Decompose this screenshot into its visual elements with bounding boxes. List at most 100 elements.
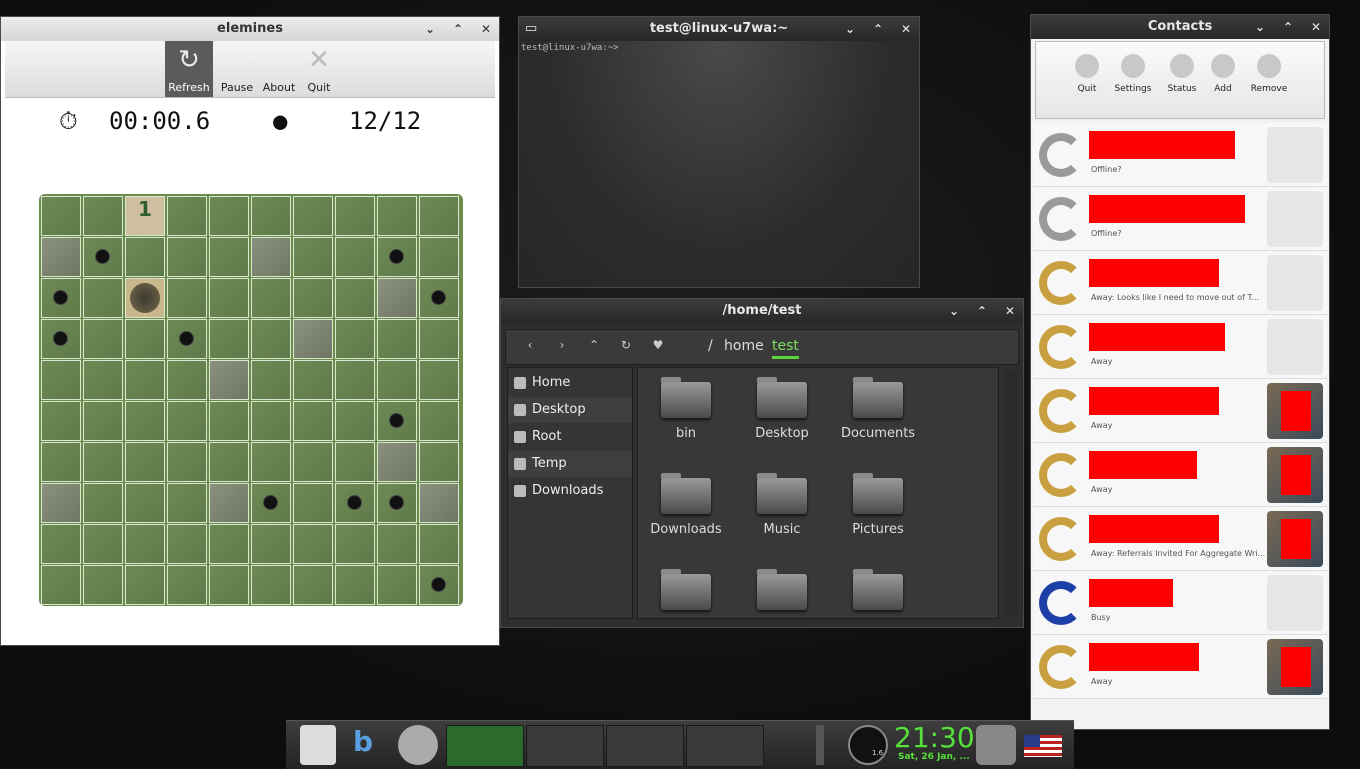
folder-item[interactable]: bin: [646, 372, 726, 441]
mine-cell[interactable]: [125, 278, 165, 318]
mine-cell[interactable]: [377, 442, 417, 482]
mine-cell[interactable]: [251, 360, 291, 400]
mine-cell[interactable]: [377, 524, 417, 564]
mine-cell[interactable]: [209, 565, 249, 605]
mine-cell[interactable]: [377, 278, 417, 318]
shade-icon[interactable]: ⌄: [1253, 15, 1267, 39]
mine-cell[interactable]: [125, 524, 165, 564]
pager-desktop-4[interactable]: [686, 725, 764, 767]
mine-cell[interactable]: [167, 442, 207, 482]
mine-cell[interactable]: [251, 196, 291, 236]
mine-cell[interactable]: [41, 401, 81, 441]
mine-cell[interactable]: [419, 237, 459, 277]
mine-cell[interactable]: [251, 237, 291, 277]
mine-cell[interactable]: [419, 360, 459, 400]
breadcrumb-home[interactable]: home: [724, 338, 764, 354]
refresh-button[interactable]: ↻ Refresh: [165, 41, 213, 97]
mine-cell[interactable]: [209, 278, 249, 318]
mine-cell[interactable]: [251, 401, 291, 441]
mine-cell[interactable]: [335, 196, 375, 236]
mine-cell[interactable]: [41, 196, 81, 236]
sidebar-item-downloads[interactable]: Downloads: [508, 478, 632, 504]
contact-row[interactable]: Offline?: [1033, 187, 1327, 251]
mine-cell[interactable]: [125, 565, 165, 605]
mine-cell[interactable]: [209, 483, 249, 523]
mine-cell[interactable]: [293, 565, 333, 605]
sidebar-item-temp[interactable]: Temp: [508, 451, 632, 477]
mine-cell[interactable]: [419, 278, 459, 318]
mine-cell[interactable]: [293, 524, 333, 564]
maximize-icon[interactable]: ⌃: [871, 17, 885, 41]
bookmark-icon[interactable]: ♥: [650, 338, 666, 354]
mine-cell[interactable]: [335, 360, 375, 400]
mine-cell[interactable]: [125, 442, 165, 482]
sidebar-item-home[interactable]: Home: [508, 370, 632, 396]
mine-cell[interactable]: [335, 565, 375, 605]
mine-cell[interactable]: [41, 442, 81, 482]
mine-cell[interactable]: [293, 237, 333, 277]
keyboard-layout-flag-icon[interactable]: [1024, 735, 1062, 757]
mine-cell[interactable]: [293, 442, 333, 482]
file-manager-titlebar[interactable]: /home/test ⌄ ⌃ ✕: [501, 299, 1023, 323]
mine-cell[interactable]: [83, 319, 123, 359]
mine-cell[interactable]: [251, 278, 291, 318]
mine-cell[interactable]: [377, 401, 417, 441]
mine-cell[interactable]: [293, 196, 333, 236]
folder-item[interactable]: [838, 564, 918, 618]
bodhi-launcher-icon[interactable]: b: [346, 725, 380, 765]
folder-item[interactable]: Downloads: [646, 468, 726, 537]
folder-item[interactable]: [646, 564, 726, 618]
mine-cell[interactable]: [293, 401, 333, 441]
contact-row[interactable]: Away: [1033, 635, 1327, 699]
mine-cell[interactable]: [419, 565, 459, 605]
mine-cell[interactable]: [83, 196, 123, 236]
mine-cell[interactable]: [167, 483, 207, 523]
breadcrumb-current[interactable]: test: [772, 338, 799, 359]
mine-cell[interactable]: [167, 360, 207, 400]
contact-row[interactable]: Away: Looks like I need to move out of T…: [1033, 251, 1327, 315]
mine-cell[interactable]: [125, 483, 165, 523]
mine-cell[interactable]: [209, 442, 249, 482]
mine-cell[interactable]: [209, 196, 249, 236]
folder-item[interactable]: [742, 564, 822, 618]
mine-cell[interactable]: [209, 237, 249, 277]
mine-cell[interactable]: [377, 196, 417, 236]
contact-row[interactable]: Away: Referrals Invited For Aggregate Wr…: [1033, 507, 1327, 571]
terminal-body[interactable]: test@linux-u7wa:~>: [519, 41, 919, 287]
contacts-titlebar[interactable]: Contacts ⌄ ⌃ ✕: [1031, 15, 1329, 39]
mine-cell[interactable]: [335, 237, 375, 277]
reload-icon[interactable]: ↻: [618, 338, 634, 354]
forward-icon[interactable]: ›: [554, 338, 570, 354]
back-icon[interactable]: ‹: [522, 338, 538, 354]
mine-cell[interactable]: [83, 360, 123, 400]
maximize-icon[interactable]: ⌃: [451, 17, 465, 41]
mine-cell[interactable]: [377, 483, 417, 523]
folder-item[interactable]: Desktop: [742, 372, 822, 441]
shade-icon[interactable]: ⌄: [843, 17, 857, 41]
mine-cell[interactable]: [419, 401, 459, 441]
mine-cell[interactable]: [419, 483, 459, 523]
mine-cell[interactable]: [209, 524, 249, 564]
sidebar-item-root[interactable]: Root: [508, 424, 632, 450]
close-icon[interactable]: ✕: [1003, 299, 1017, 323]
mine-cell[interactable]: [377, 360, 417, 400]
mine-cell[interactable]: [167, 319, 207, 359]
mine-cell[interactable]: [251, 442, 291, 482]
mine-cell[interactable]: [125, 237, 165, 277]
mine-cell[interactable]: [251, 524, 291, 564]
mine-cell[interactable]: [167, 278, 207, 318]
mine-cell[interactable]: 1: [125, 196, 165, 236]
computer-launcher-icon[interactable]: [300, 725, 336, 765]
mine-cell[interactable]: [83, 565, 123, 605]
close-icon[interactable]: ✕: [479, 17, 493, 41]
contact-row[interactable]: Away: [1033, 315, 1327, 379]
pager-desktop-3[interactable]: [606, 725, 684, 767]
shade-icon[interactable]: ⌄: [947, 299, 961, 323]
mine-cell[interactable]: [167, 401, 207, 441]
mine-cell[interactable]: [167, 565, 207, 605]
folder-item[interactable]: Pictures: [838, 468, 918, 537]
mine-cell[interactable]: [335, 483, 375, 523]
mine-cell[interactable]: [83, 442, 123, 482]
mine-cell[interactable]: [167, 237, 207, 277]
mine-cell[interactable]: [125, 401, 165, 441]
